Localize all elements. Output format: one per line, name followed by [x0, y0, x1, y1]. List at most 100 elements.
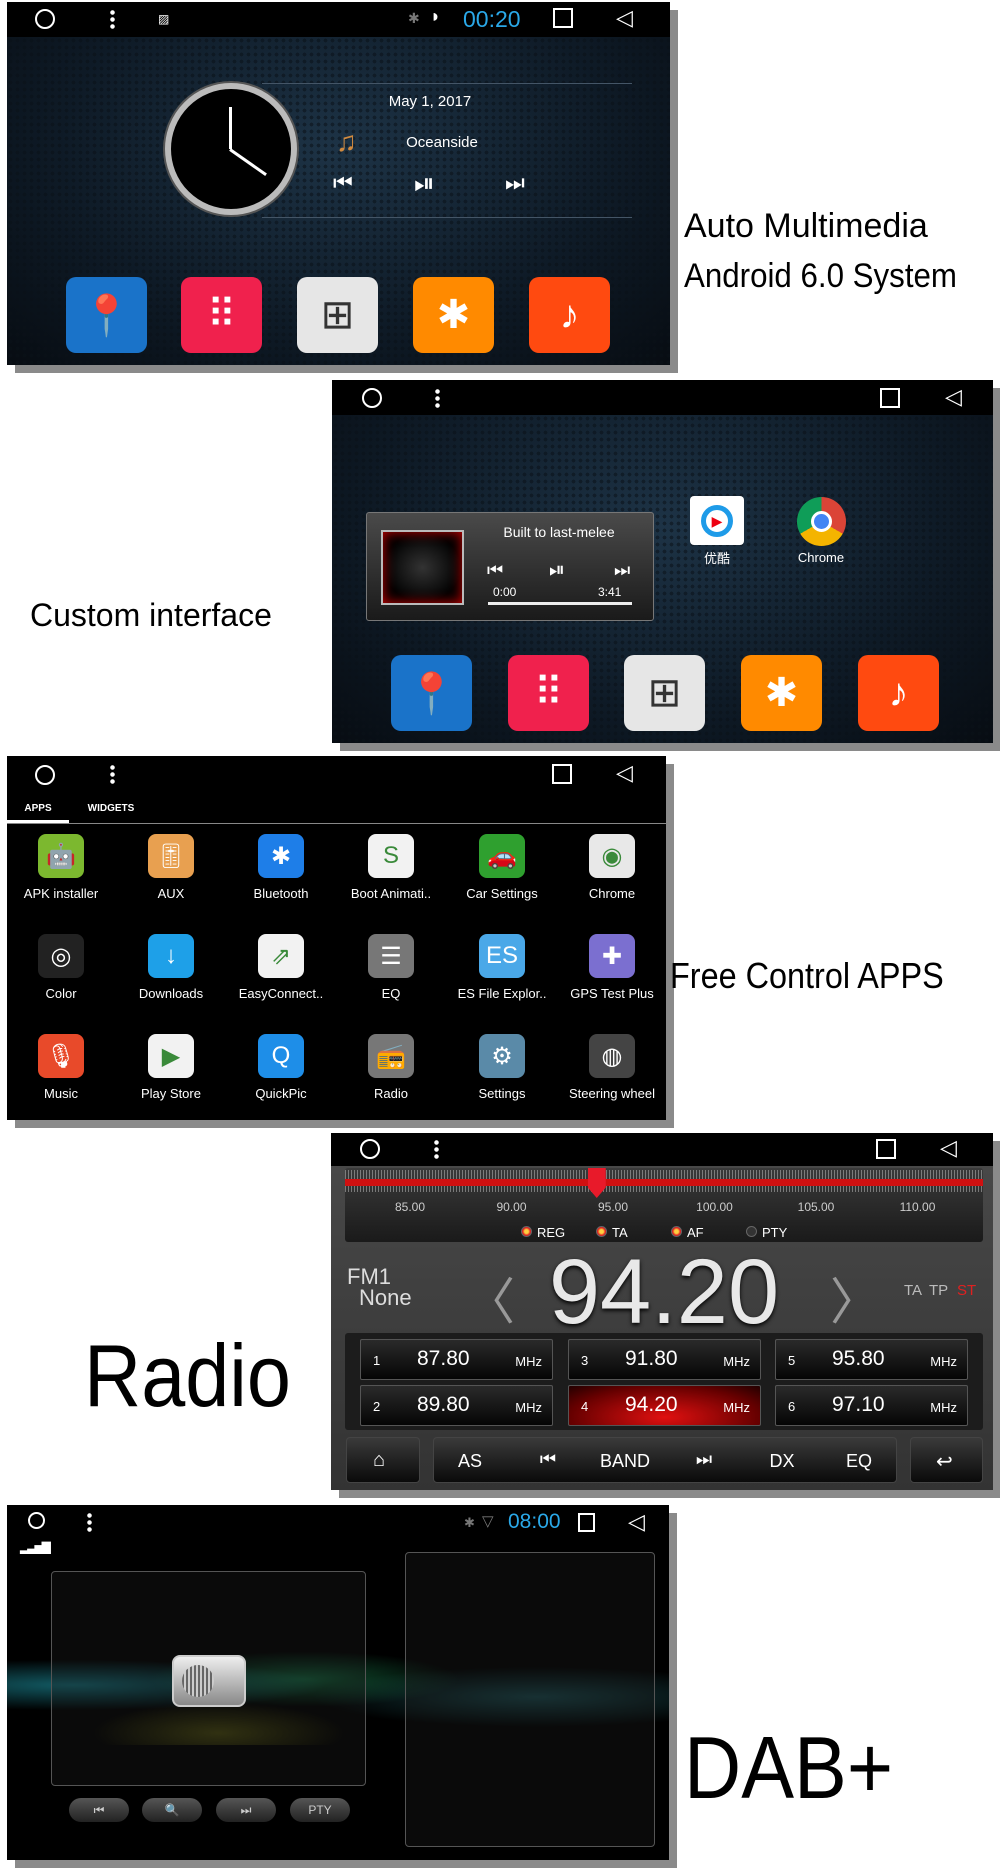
app-label: QuickPic — [255, 1086, 307, 1101]
app-icon[interactable]: ◉ Chrome — [557, 834, 667, 901]
home-nav-icon[interactable] — [35, 9, 55, 29]
seek-up-button[interactable]: 〉 — [830, 1262, 880, 1334]
app-label: AUX — [157, 886, 185, 901]
search-button[interactable]: 🔍 — [142, 1798, 202, 1822]
indicator-reg[interactable]: REG — [537, 1225, 565, 1240]
dock-maps[interactable]: 📍 — [66, 277, 147, 353]
prev-button[interactable]: ⏮ — [69, 1798, 129, 1822]
band-button[interactable]: BAND — [600, 1451, 650, 1472]
recents-icon[interactable] — [553, 8, 573, 28]
recents-icon[interactable] — [880, 388, 900, 408]
tab-widgets[interactable]: WIDGETS — [88, 803, 135, 814]
menu-icon[interactable] — [110, 9, 115, 29]
prev-button[interactable]: ⏮ — [487, 560, 503, 581]
tab-apps[interactable]: APPS — [24, 803, 51, 814]
dx-button[interactable]: DX — [769, 1451, 794, 1472]
back-icon[interactable]: ◁ — [616, 762, 633, 784]
app-icon[interactable]: 📻 Radio — [336, 1034, 446, 1101]
preset-frequency: 97.10 — [832, 1393, 885, 1416]
app-icon[interactable]: ◎ Color — [6, 934, 116, 1001]
music-note-icon: ♫ — [336, 126, 357, 157]
next-button[interactable]: ⏭ — [505, 170, 525, 196]
preset-number: 6 — [788, 1399, 796, 1414]
menu-icon[interactable] — [110, 764, 115, 784]
home-nav-icon[interactable] — [360, 1139, 380, 1159]
menu-icon[interactable] — [434, 1139, 439, 1159]
recents-icon[interactable] — [578, 1513, 595, 1532]
app-icon[interactable]: 🤖 APK installer — [6, 834, 116, 901]
menu-icon[interactable] — [435, 388, 440, 408]
play-pause-button[interactable]: ⏯ — [414, 168, 435, 200]
play-glyph: ▶ — [701, 504, 733, 537]
app-icon[interactable]: ⚙ Settings — [447, 1034, 557, 1101]
bluetooth-icon: ✱ — [464, 1515, 475, 1530]
app-icon[interactable]: ◍ Steering wheel — [557, 1034, 667, 1101]
dock-music[interactable]: ♪ — [529, 277, 610, 353]
app-icon[interactable]: S Boot Animati.. — [336, 834, 446, 901]
recents-icon[interactable] — [552, 764, 572, 784]
track-title: Built to last-melee — [503, 524, 615, 540]
app-icon[interactable]: ✚ GPS Test Plus — [557, 934, 667, 1001]
next-button[interactable]: ⏭ — [216, 1798, 276, 1822]
eq-button[interactable]: EQ — [846, 1451, 872, 1472]
dock-apps-grid[interactable]: ⠿ — [181, 277, 262, 353]
seek-down-button[interactable]: 〈 — [465, 1262, 515, 1334]
prev-station-button[interactable]: ⏮ — [540, 1449, 556, 1470]
preset-button[interactable]: 6 97.10 MHz — [775, 1385, 968, 1426]
indicator-ta[interactable]: TA — [612, 1225, 628, 1240]
youku-icon[interactable]: ▶ — [690, 496, 744, 545]
station-list-panel — [405, 1552, 655, 1847]
app-icon[interactable]: ES ES File Explor.. — [447, 934, 557, 1001]
app-icon[interactable]: 🎚 AUX — [116, 834, 226, 901]
prev-button[interactable]: ⏮ — [333, 170, 353, 196]
app-icon[interactable]: 🎙 Music — [6, 1034, 116, 1101]
app-label: Music — [44, 1086, 78, 1101]
indicator-pty[interactable]: PTY — [762, 1225, 787, 1240]
seek-bar[interactable] — [488, 602, 632, 605]
chrome-icon[interactable] — [797, 497, 846, 546]
dock-maps[interactable]: 📍 — [391, 655, 472, 731]
dock-launcher[interactable]: ⊞ — [297, 277, 378, 353]
back-icon[interactable]: ◁ — [616, 7, 633, 29]
preset-button[interactable]: 2 89.80 MHz — [360, 1385, 553, 1426]
as-button[interactable]: AS — [458, 1451, 482, 1472]
car-settings-icon: 🚗 — [479, 834, 525, 878]
recents-icon[interactable] — [876, 1139, 896, 1159]
app-icon[interactable]: ✱ Bluetooth — [226, 834, 336, 901]
app-icon[interactable]: ▶ Play Store — [116, 1034, 226, 1101]
app-icon[interactable]: 🚗 Car Settings — [447, 834, 557, 901]
home-nav-icon[interactable] — [35, 765, 55, 785]
menu-icon[interactable] — [87, 1512, 92, 1532]
app-icon[interactable]: ☰ EQ — [336, 934, 446, 1001]
preset-unit: MHz — [930, 1354, 957, 1369]
settings-icon: ⚙ — [479, 1034, 525, 1078]
pty-button[interactable]: PTY — [290, 1798, 350, 1822]
preset-button[interactable]: 3 91.80 MHz — [568, 1339, 761, 1380]
app-icon[interactable]: Q QuickPic — [226, 1034, 336, 1101]
dock-music[interactable]: ♪ — [858, 655, 939, 731]
indicator-af[interactable]: AF — [687, 1225, 704, 1240]
app-icon[interactable]: ⇗ EasyConnect.. — [226, 934, 336, 1001]
preset-button[interactable]: 1 87.80 MHz — [360, 1339, 553, 1380]
next-station-button[interactable]: ⏭ — [696, 1449, 712, 1470]
dock-apps-grid[interactable]: ⠿ — [508, 655, 589, 731]
home-nav-icon[interactable] — [362, 388, 382, 408]
back-icon[interactable]: ◁ — [945, 386, 962, 408]
tuner-strip[interactable] — [345, 1168, 983, 1242]
dock-launcher[interactable]: ⊞ — [624, 655, 705, 731]
speaker-grille — [182, 1665, 214, 1697]
home-button[interactable]: ⌂ — [346, 1437, 420, 1483]
preset-button[interactable]: 5 95.80 MHz — [775, 1339, 968, 1380]
caption: Radio — [84, 1326, 291, 1425]
preset-button[interactable]: 4 94.20 MHz — [568, 1385, 761, 1426]
next-button[interactable]: ⏭ — [614, 560, 630, 581]
back-button[interactable]: ↩ — [910, 1437, 983, 1483]
back-icon[interactable]: ◁ — [940, 1137, 957, 1159]
dock-bluetooth[interactable]: ✱ — [413, 277, 494, 353]
steering-wheel-icon: ◍ — [589, 1034, 635, 1078]
play-pause-button[interactable]: ⏯ — [549, 559, 565, 582]
dock-bluetooth[interactable]: ✱ — [741, 655, 822, 731]
app-icon[interactable]: ↓ Downloads — [116, 934, 226, 1001]
back-icon[interactable]: ◁ — [628, 1511, 645, 1533]
home-nav-icon[interactable] — [28, 1512, 45, 1529]
